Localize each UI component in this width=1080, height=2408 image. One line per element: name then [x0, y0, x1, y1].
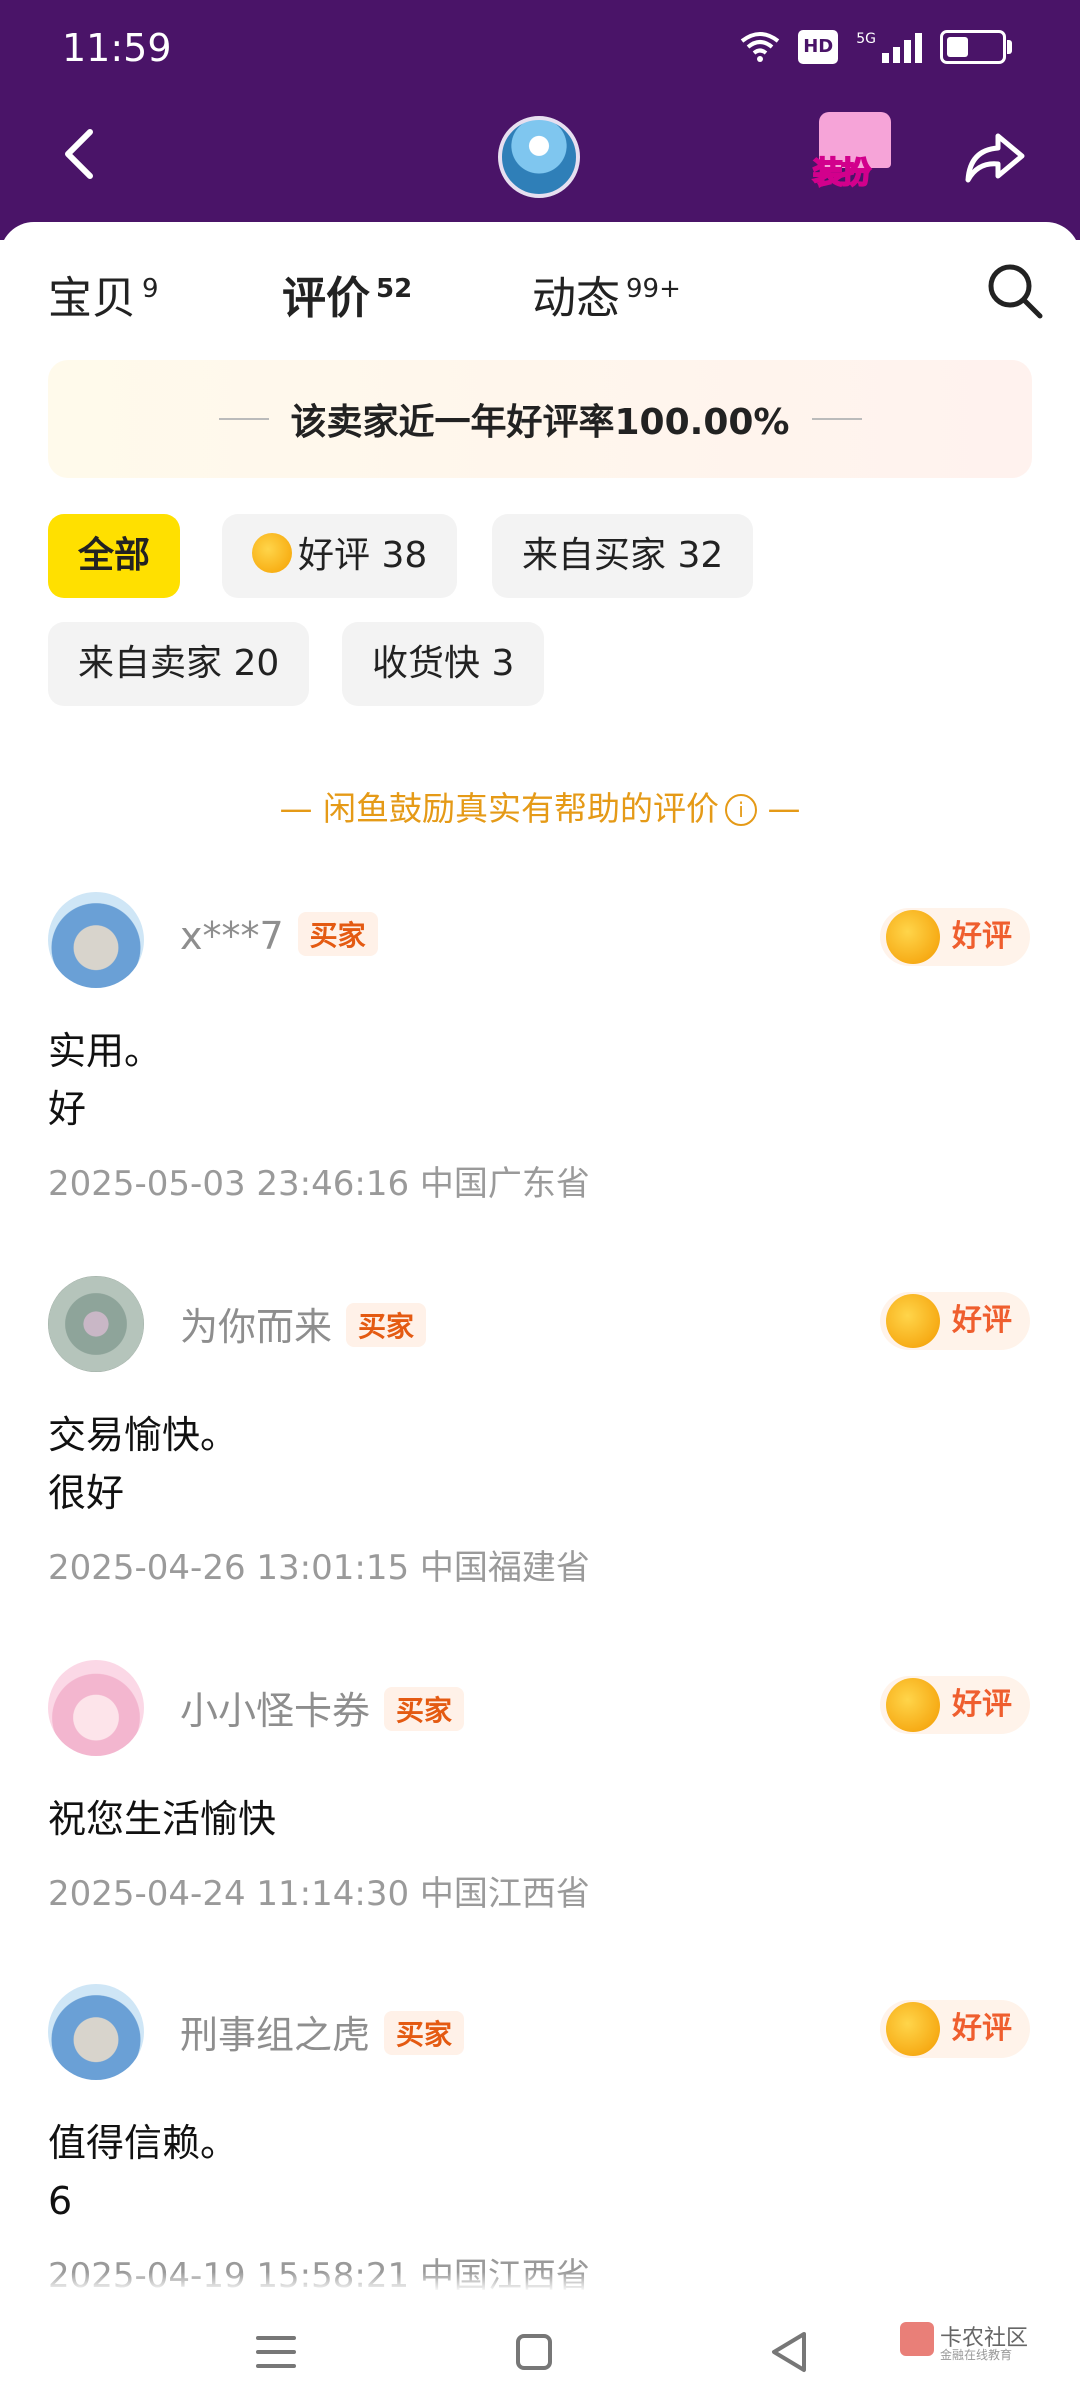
scroll-fade [0, 2272, 1080, 2292]
reviewer-name: 为你而来 [180, 1305, 333, 1349]
back-button[interactable] [52, 124, 112, 184]
review-text: 值得信赖。 6 [48, 2121, 239, 2223]
tab-label: 评价 [282, 273, 370, 324]
rating-tag: 好评 [880, 1292, 1030, 1350]
reviewer: 小小怪卡券 买家 [180, 1680, 465, 1735]
reviewer-name: x***7 [180, 914, 284, 958]
encourage-tail: — [767, 789, 801, 828]
review-time: 2025-04-24 11:14:30 [48, 1874, 410, 1914]
tab-count: 9 [142, 274, 159, 305]
role-badge: 买家 [297, 912, 378, 956]
rating-label: 好评 [952, 1303, 1012, 1338]
watermark: 卡农社区 金融在线教育 [900, 2318, 1040, 2368]
review-region: 中国福建省 [419, 1548, 590, 1588]
rating-tag: 好评 [880, 1676, 1030, 1734]
smile-face-icon [886, 1678, 940, 1732]
filter-from-buyer[interactable]: 来自买家 32 [492, 514, 754, 598]
filter-label: 好评 38 [298, 535, 428, 576]
battery-level [947, 37, 968, 57]
wifi-icon [741, 32, 780, 62]
role-badge: 买家 [384, 1687, 465, 1731]
status-time: 11:59 [62, 26, 172, 70]
network-type: 5G [856, 31, 876, 47]
review-meta: 2025-05-03 23:46:16 中国广东省 [48, 1156, 590, 1205]
main-panel: 宝贝 9 评价 52 动态 99+ 该卖家近一年好评率100.00% 全部 好评 38… [0, 222, 1080, 2296]
encourage-notice[interactable]: — 闲鱼鼓励真实有帮助的评价 i — [0, 782, 1080, 830]
tab-label: 宝贝 [48, 273, 136, 324]
share-button[interactable] [962, 124, 1028, 190]
encourage-text: — 闲鱼鼓励真实有帮助的评价 [279, 789, 720, 828]
review-region: 中国江西省 [419, 1874, 590, 1914]
review-text: 交易愉快。 很好 [48, 1413, 239, 1515]
tab-count: 99+ [626, 274, 681, 305]
role-badge: 买家 [346, 1303, 427, 1347]
tab-reviews[interactable]: 评价 52 [282, 262, 412, 326]
dress-up-button[interactable]: 装扮 [805, 106, 905, 200]
avatar[interactable] [48, 1984, 144, 2080]
home-icon[interactable] [504, 2322, 564, 2382]
status-icons: HD 5G [740, 30, 1012, 64]
rating-label: 好评 [952, 1687, 1012, 1722]
smile-face-icon [252, 533, 292, 573]
reviewer-name: 小小怪卡券 [180, 1689, 371, 1733]
reviewer: 为你而来 买家 [180, 1296, 427, 1351]
reviewer-name: 刑事组之虎 [180, 2013, 371, 2057]
watermark-logo-icon [900, 2322, 934, 2356]
divider [218, 418, 269, 420]
tab-bar: 宝贝 9 评价 52 动态 99+ [0, 262, 1080, 342]
rating-label: 好评 [952, 919, 1012, 954]
role-badge: 买家 [384, 2011, 465, 2055]
filter-fast-delivery[interactable]: 收货快 3 [342, 622, 545, 706]
rating-text: 该卖家近一年好评率100.00% [290, 402, 790, 443]
smile-face-icon [886, 2002, 940, 2056]
watermark-subtitle: 金融在线教育 [940, 2348, 1013, 2362]
divider [811, 418, 862, 420]
filter-all[interactable]: 全部 [48, 514, 181, 598]
tab-items[interactable]: 宝贝 9 [48, 262, 159, 326]
info-icon: i [725, 794, 757, 826]
rating-tag: 好评 [880, 908, 1030, 966]
review-meta: 2025-04-24 11:14:30 中国江西省 [48, 1866, 590, 1915]
reviewer: 刑事组之虎 买家 [180, 2004, 465, 2059]
seller-avatar[interactable] [498, 116, 580, 198]
tab-count: 52 [376, 274, 413, 305]
avatar[interactable] [48, 1660, 144, 1756]
review-region: 中国广东省 [419, 1164, 590, 1204]
hd-icon: HD [798, 30, 839, 64]
filter-from-seller[interactable]: 来自卖家 20 [48, 622, 310, 706]
review-time: 2025-05-03 23:46:16 [48, 1164, 410, 1204]
avatar[interactable] [48, 1276, 144, 1372]
rating-banner: 该卖家近一年好评率100.00% [48, 360, 1032, 478]
review-meta: 2025-04-26 13:01:15 中国福建省 [48, 1540, 590, 1589]
filter-positive[interactable]: 好评 38 [222, 514, 458, 598]
back-nav-icon[interactable] [760, 2322, 820, 2382]
menu-icon[interactable] [246, 2322, 306, 2382]
top-header: 11:59 HD 5G 装扮 [0, 0, 1080, 240]
smile-face-icon [886, 910, 940, 964]
signal-icon: 5G [856, 31, 922, 63]
review-text: 实用。 好 [48, 1029, 163, 1131]
review-time: 2025-04-26 13:01:15 [48, 1548, 410, 1588]
tab-label: 动态 [532, 273, 620, 324]
rating-label: 好评 [952, 2011, 1012, 2046]
avatar[interactable] [48, 892, 144, 988]
battery-icon [940, 30, 1012, 64]
review-text: 祝您生活愉快 [48, 1797, 277, 1841]
tab-activity[interactable]: 动态 99+ [532, 262, 681, 326]
search-icon[interactable] [986, 262, 1044, 320]
reviewer: x***7 买家 [180, 912, 378, 958]
rating-tag: 好评 [880, 2000, 1030, 2058]
smile-face-icon [886, 1294, 940, 1348]
dress-up-label: 装扮 [812, 155, 872, 192]
